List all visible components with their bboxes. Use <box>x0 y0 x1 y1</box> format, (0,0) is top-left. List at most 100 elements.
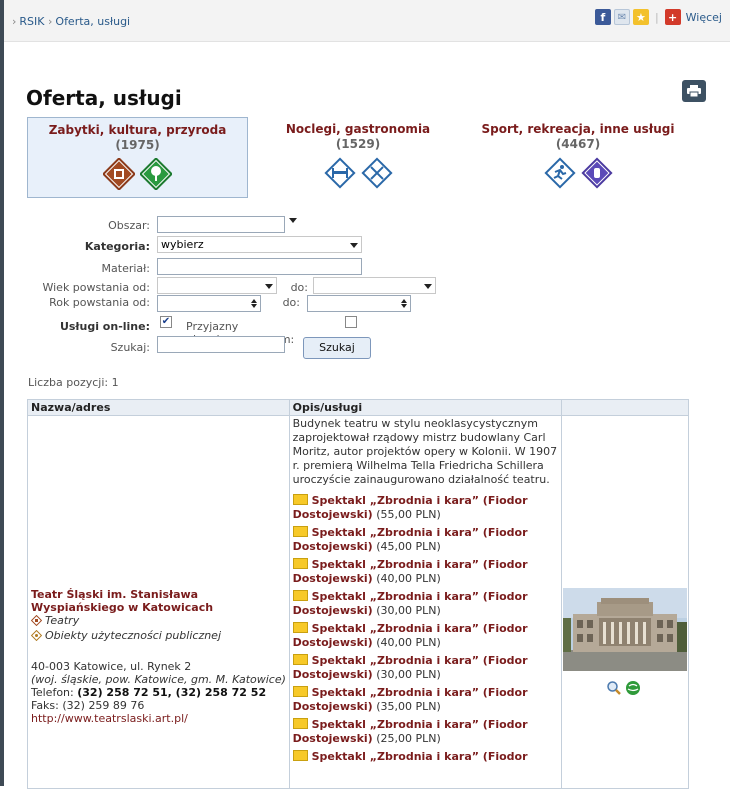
material-input[interactable] <box>157 258 362 275</box>
theatre-photo[interactable] <box>563 588 688 671</box>
ticket-icon <box>292 494 308 505</box>
hand-icon[interactable] <box>580 157 613 189</box>
category-noclegi[interactable]: Noclegi, gastronomia (1529) <box>268 117 448 198</box>
page-title: Oferta, usługi <box>26 86 182 110</box>
tag-label: Teatry <box>45 614 80 627</box>
favorite-icon[interactable]: ★ <box>632 9 649 25</box>
category-sport[interactable]: Sport, rekreacja, inne usługi (4467) <box>468 117 688 198</box>
offer-item: Spektakl „Zbrodnia i kara” (Fiodor Dosto… <box>292 493 559 522</box>
map-globe-icon[interactable] <box>625 680 641 696</box>
phone-numbers: (32) 258 72 51, (32) 258 72 52 <box>77 686 267 699</box>
phone-line: Telefon: (32) 258 72 51, (32) 258 72 52 <box>31 686 289 699</box>
offer-item: Spektakl „Zbrodnia i kara” (Fiodor Dosto… <box>292 621 559 650</box>
material-label: Materiał: <box>101 262 150 275</box>
uslugi-label: Usługi on-line: <box>59 320 150 333</box>
category-count: (1975) <box>115 138 160 152</box>
category-zabytki[interactable]: Zabytki, kultura, przyroda (1975) <box>27 117 248 198</box>
street-address: 40-003 Katowice, ul. Rynek 2 <box>31 660 192 673</box>
print-button[interactable] <box>682 80 706 102</box>
breadcrumb-rsik[interactable]: RSIK <box>19 15 44 28</box>
category-count: (4467) <box>555 137 601 151</box>
offer-item: Spektakl „Zbrodnia i kara” (Fiodor Dosto… <box>292 653 559 682</box>
column-header-description: Opis/usługi <box>288 399 563 416</box>
org-name-link[interactable]: Teatr Śląski im. Stanisława Wyspiańskieg… <box>31 588 289 614</box>
rok-do-label: do: <box>282 296 300 309</box>
obszar-dropdown-icon[interactable] <box>289 218 297 223</box>
wiek-do-label: do: <box>290 281 308 294</box>
obszar-input[interactable] <box>157 216 285 233</box>
ticket-icon <box>292 526 308 537</box>
tag-label: Obiekty użyteczności publicznej <box>45 629 222 642</box>
ticket-icon <box>292 750 308 761</box>
building-icon <box>31 630 42 641</box>
offers-list: Spektakl „Zbrodnia i kara” (Fiodor Dosto… <box>292 493 559 764</box>
offer-item: Spektakl „Zbrodnia i kara” (Fiodor Dosto… <box>292 525 559 554</box>
offer-price: (35,00 PLN) <box>376 700 441 713</box>
website-link[interactable]: http://www.teatrslaski.art.pl/ <box>31 712 289 725</box>
szukaj-input[interactable] <box>157 336 285 353</box>
mail-icon[interactable]: ✉ <box>613 9 630 25</box>
ticket-icon <box>292 654 308 665</box>
category-name: Zabytki, kultura, przyroda <box>48 123 227 137</box>
ticket-icon <box>292 622 308 633</box>
address-block: 40-003 Katowice, ul. Rynek 2 (woj. śląsk… <box>31 660 289 725</box>
offer-item: Spektakl „Zbrodnia i kara” (Fiodor Dosto… <box>292 557 559 586</box>
offer-price: (40,00 PLN) <box>376 636 441 649</box>
offer-price: (25,00 PLN) <box>376 732 441 745</box>
wiek-from-select[interactable] <box>157 277 277 294</box>
offer-item: Spektakl „Zbrodnia i kara” (Fiodor <box>292 749 559 764</box>
table-row: Teatr Śląski im. Stanisława Wyspiańskieg… <box>27 415 689 789</box>
fax-line: Faks: (32) 259 89 76 <box>31 699 145 712</box>
left-edge-bar <box>0 0 4 786</box>
bed-icon[interactable] <box>323 157 356 189</box>
rok-to-input[interactable] <box>307 295 411 312</box>
rok-label: Rok powstania od: <box>49 296 150 309</box>
region-text: (woj. śląskie, pow. Katowice, gm. M. Kat… <box>31 673 286 686</box>
phone-label: Telefon: <box>31 686 74 699</box>
offer-item: Spektakl „Zbrodnia i kara” (Fiodor Dosto… <box>292 717 559 746</box>
offer-item: Spektakl „Zbrodnia i kara” (Fiodor Dosto… <box>292 685 559 714</box>
tag-obiekty[interactable]: Obiekty użyteczności publicznej <box>31 629 221 642</box>
runner-icon[interactable] <box>543 157 576 189</box>
przyjazny-checkbox[interactable] <box>345 316 357 328</box>
tag-teatry[interactable]: Teatry <box>31 614 79 627</box>
chevron-down-icon <box>265 284 273 289</box>
theatre-icon[interactable] <box>103 158 135 190</box>
obszar-label: Obszar: <box>108 219 150 232</box>
uslugi-checkbox[interactable]: ✔ <box>160 316 172 328</box>
rok-from-spinner[interactable] <box>248 295 259 312</box>
search-button[interactable]: Szukaj <box>303 337 371 359</box>
offer-price: (55,00 PLN) <box>376 508 441 521</box>
ticket-icon <box>292 686 308 697</box>
top-bar: › RSIK › Oferta, usługi f ✉ ★ | + Więcej <box>4 0 730 42</box>
category-name: Sport, rekreacja, inne usługi <box>481 122 675 136</box>
cutlery-icon[interactable] <box>360 157 393 189</box>
category-name: Noclegi, gastronomia <box>285 122 431 136</box>
results-table: Nazwa/adres Opis/usługi Teatr Śląski im.… <box>27 399 689 789</box>
share-more-link[interactable]: Więcej <box>686 11 722 24</box>
offer-item: Spektakl „Zbrodnia i kara” (Fiodor Dosto… <box>292 589 559 618</box>
rok-from-input[interactable] <box>157 295 261 312</box>
results-count: Liczba pozycji: 1 <box>28 376 119 389</box>
share-divider: | <box>654 10 659 24</box>
wiek-to-select[interactable] <box>313 277 436 294</box>
rok-to-spinner[interactable] <box>398 295 409 312</box>
chevron-down-icon <box>350 243 358 248</box>
offer-price: (45,00 PLN) <box>376 540 441 553</box>
kategoria-select[interactable]: wybierz <box>157 236 362 253</box>
breadcrumb-oferta[interactable]: Oferta, usługi <box>55 15 130 28</box>
facebook-icon[interactable]: f <box>594 9 611 25</box>
column-header-name: Nazwa/adres <box>27 399 290 416</box>
description-text: Budynek teatru w stylu neoklasycystyczny… <box>292 417 558 486</box>
szukaj-label: Szukaj: <box>110 341 150 354</box>
chevron-down-icon <box>424 284 432 289</box>
column-header-photo <box>561 399 689 416</box>
offer-link[interactable]: Spektakl „Zbrodnia i kara” (Fiodor <box>312 750 528 763</box>
tree-icon[interactable] <box>140 158 172 190</box>
breadcrumb: › RSIK › Oferta, usługi <box>12 15 131 28</box>
zoom-icon[interactable] <box>606 680 622 696</box>
plus-icon[interactable]: + <box>664 9 681 25</box>
offer-price: (30,00 PLN) <box>376 668 441 681</box>
wiek-label: Wiek powstania od: <box>42 281 150 294</box>
ticket-icon <box>292 718 308 729</box>
